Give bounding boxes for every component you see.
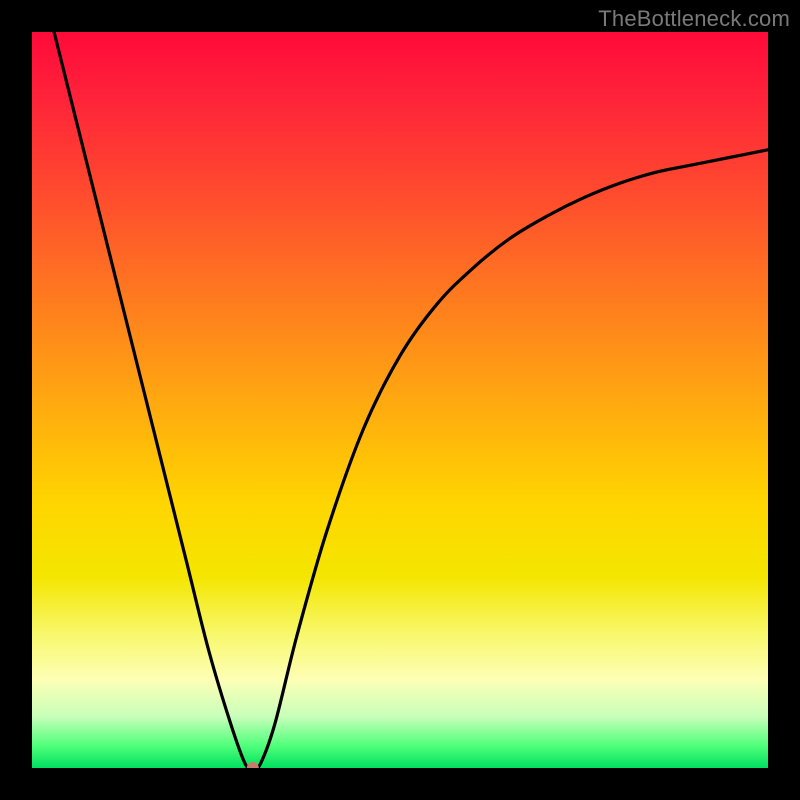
- plot-area: [32, 32, 768, 768]
- watermark-text: TheBottleneck.com: [598, 6, 790, 32]
- curve-layer: [32, 32, 768, 768]
- chart-frame: TheBottleneck.com: [0, 0, 800, 800]
- bottleneck-curve: [54, 32, 768, 768]
- optimum-marker: [247, 762, 259, 768]
